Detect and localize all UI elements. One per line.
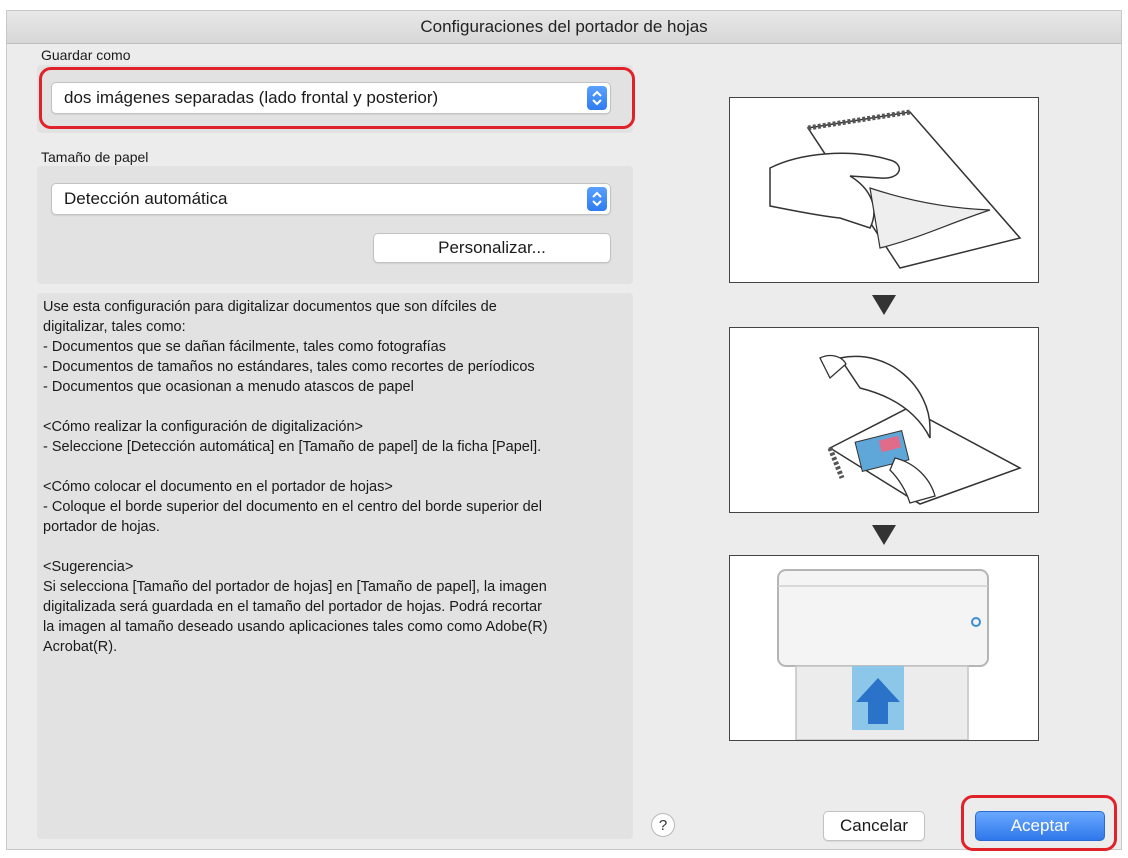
illustration-insert (729, 97, 1039, 283)
save-as-value: dos imágenes separadas (lado frontal y p… (64, 88, 439, 107)
customize-button[interactable]: Personalizar... (373, 233, 611, 263)
help-icon[interactable]: ? (651, 813, 675, 837)
description-paragraph: <Cómo realizar la configuración de digit… (43, 419, 542, 455)
description-panel: Use esta configuración para digitalizar … (37, 293, 633, 839)
description-paragraph: Use esta configuración para digitalizar … (43, 299, 535, 395)
save-as-select[interactable]: dos imágenes separadas (lado frontal y p… (51, 82, 611, 114)
description-paragraph: <Cómo colocar el documento en el portado… (43, 479, 542, 535)
chevron-updown-icon (587, 86, 607, 110)
paper-size-label: Tamaño de papel (41, 149, 149, 165)
illustration-scan (729, 555, 1039, 741)
cancel-button[interactable]: Cancelar (823, 811, 925, 841)
dialog-window: Configuraciones del portador de hojas Gu… (6, 10, 1122, 851)
ok-button[interactable]: Aceptar (975, 811, 1105, 841)
arrow-down-icon (872, 295, 896, 315)
illustration-open (729, 327, 1039, 513)
scanner-icon (777, 569, 989, 741)
window-title: Configuraciones del portador de hojas (7, 11, 1121, 44)
description-paragraph: <Sugerencia> Si selecciona [Tamaño del p… (43, 559, 548, 655)
paper-size-value: Detección automática (64, 189, 228, 208)
arrow-down-icon (872, 525, 896, 545)
chevron-updown-icon (587, 187, 607, 211)
paper-size-select[interactable]: Detección automática (51, 183, 611, 215)
save-as-label: Guardar como (41, 47, 131, 63)
